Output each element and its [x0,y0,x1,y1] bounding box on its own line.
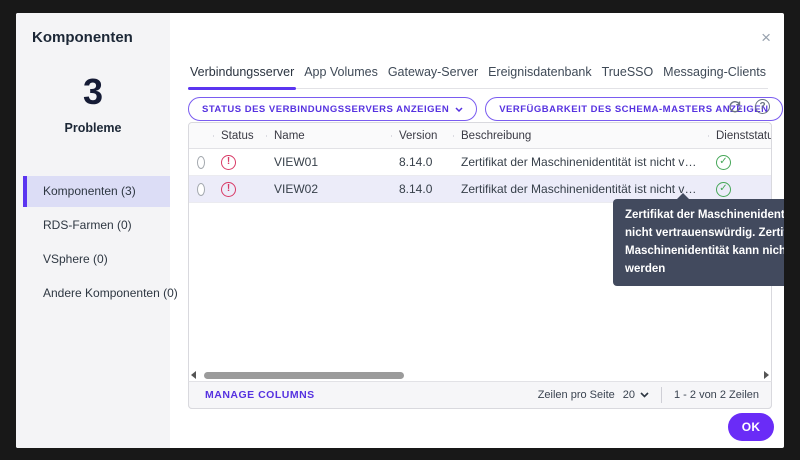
sidebar-item-label: Andere Komponenten (0) [43,286,178,300]
error-status-icon: ! [221,182,236,197]
row-range-label: 1 - 2 von 2 Zeilen [674,389,759,401]
button-label: STATUS DES VERBINDUNGSSERVERS ANZEIGEN [202,104,449,115]
rows-per-page-label: Zeilen pro Seite [538,389,615,401]
sidebar-item-vsphere[interactable]: VSphere (0) [23,244,170,275]
cell-version: 8.14.0 [391,155,453,169]
tab-app-volumes[interactable]: App Volumes [302,61,380,88]
header-name: Name [266,130,391,142]
cell-description: Zertifikat der Maschinenidentität ist ni… [453,155,708,169]
table-header-row: Status Name Version Beschreibung Diensts… [189,123,771,149]
tab-gateway-server[interactable]: Gateway-Server [386,61,480,88]
horizontal-scrollbar[interactable] [188,369,772,381]
sidebar-nav: Komponenten (3) RDS-Farmen (0) VSphere (… [16,176,170,312]
pagination: Zeilen pro Seite 20 1 - 2 von 2 Zeilen [538,387,759,403]
components-dialog: Komponenten 3 Probleme Komponenten (3) R… [16,13,784,448]
service-ok-icon: ✓ [716,182,731,197]
problem-count-label: Probleme [16,121,170,135]
cell-version: 8.14.0 [391,182,453,196]
table-footer: MANAGE COLUMNS Zeilen pro Seite 20 1 - 2… [188,381,772,409]
error-status-icon: ! [221,155,236,170]
tab-bar: Verbindungsserver App Volumes Gateway-Se… [188,61,768,89]
table-row-view01[interactable]: ! VIEW01 8.14.0 Zertifikat der Maschinen… [189,149,771,176]
cell-name: VIEW02 [266,182,391,196]
tab-verbindungsserver[interactable]: Verbindungsserver [188,61,296,88]
row-radio-button[interactable] [197,156,205,169]
row-radio-button[interactable] [197,183,205,196]
refresh-icon[interactable] [728,100,742,114]
header-service-status: Dienststatus [708,130,771,142]
tab-messaging-clients[interactable]: Messaging-Clients [661,61,768,88]
scroll-right-icon[interactable] [764,371,769,379]
description-tooltip: Zertifikat der Maschinenidentität ist ni… [613,199,784,286]
footer-divider [661,387,662,403]
service-ok-icon: ✓ [716,155,731,170]
sidebar: Komponenten 3 Probleme Komponenten (3) R… [16,13,170,448]
table-toolbar-icons: ? [728,99,770,114]
scroll-left-icon[interactable] [191,371,196,379]
main-panel: × Verbindungsserver App Volumes Gateway-… [170,13,784,448]
header-status: Status [213,130,266,142]
sidebar-item-andere-komponenten[interactable]: Andere Komponenten (0) [23,278,170,309]
rows-per-page-select[interactable]: 20 [623,389,649,401]
dialog-title: Komponenten [32,29,133,46]
ok-button[interactable]: OK [728,413,774,441]
chevron-down-icon [640,392,649,398]
help-icon[interactable]: ? [755,99,770,114]
sidebar-item-label: VSphere (0) [43,252,108,266]
cell-name: VIEW01 [266,155,391,169]
tab-truesso[interactable]: TrueSSO [600,61,656,88]
chevron-down-icon [455,107,463,112]
show-connection-server-status-button[interactable]: STATUS DES VERBINDUNGSSERVERS ANZEIGEN [188,97,477,121]
rows-per-page-value: 20 [623,389,635,401]
header-description: Beschreibung [453,130,708,142]
tab-ereignisdatenbank[interactable]: Ereignisdatenbank [486,61,594,88]
action-buttons: STATUS DES VERBINDUNGSSERVERS ANZEIGEN V… [188,97,783,121]
manage-columns-link[interactable]: MANAGE COLUMNS [205,389,315,401]
close-icon[interactable]: × [761,29,771,46]
scrollbar-thumb[interactable] [204,372,404,379]
header-version: Version [391,130,453,142]
sidebar-item-label: Komponenten (3) [43,184,136,198]
sidebar-item-label: RDS-Farmen (0) [43,218,132,232]
sidebar-item-rds-farmen[interactable]: RDS-Farmen (0) [23,210,170,241]
problem-count: 3 [16,71,170,113]
cell-description: Zertifikat der Maschinenidentität ist ni… [453,182,708,196]
sidebar-item-komponenten[interactable]: Komponenten (3) [23,176,170,207]
